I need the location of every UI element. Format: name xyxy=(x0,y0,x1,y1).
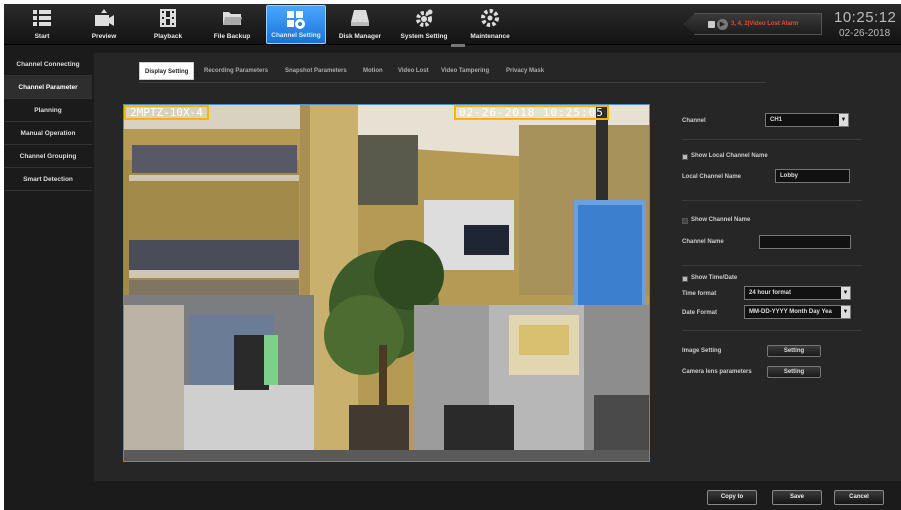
cancel-button[interactable]: Cancel xyxy=(834,490,884,505)
nav-playback[interactable]: Playback xyxy=(138,5,198,44)
date-format-label: Date Format xyxy=(682,310,718,316)
time-format-value: 24 hour format xyxy=(749,290,792,296)
sidebar: Channel Connecting Channel Parameter Pla… xyxy=(4,53,92,498)
channel-name-input[interactable] xyxy=(759,235,851,249)
clock-date: 02-26-2018 xyxy=(839,28,891,39)
channel-select[interactable]: CH1 ▼ xyxy=(765,113,849,127)
nav-maintenance[interactable]: Maintenance xyxy=(460,5,520,44)
show-local-name-checkbox[interactable] xyxy=(682,154,688,160)
show-local-name-label: Show Local Channel Name xyxy=(691,153,768,159)
show-channel-name-checkbox[interactable] xyxy=(682,218,688,224)
nav-channel-setting-label: Channel Setting xyxy=(271,32,321,39)
nav-disk-manager[interactable]: Disk Manager xyxy=(330,5,390,44)
sidebar-item-channel-grouping[interactable]: Channel Grouping xyxy=(4,145,92,168)
sidebar-item-smart-detection[interactable]: Smart Detection xyxy=(4,168,92,191)
main-panel: Display Setting Recording Parameters Sna… xyxy=(94,53,901,481)
nav-preview-label: Preview xyxy=(91,33,117,40)
camera-icon xyxy=(95,9,114,26)
sidebar-item-channel-parameter[interactable]: Channel Parameter xyxy=(4,76,92,99)
tab-video-tampering[interactable]: Video Tampering xyxy=(441,62,489,80)
alarm-stop-icon xyxy=(708,21,715,28)
maintenance-gear-icon xyxy=(481,9,499,27)
form-divider xyxy=(682,200,862,201)
sidebar-item-planning[interactable]: Planning xyxy=(4,99,92,122)
local-name-label: Local Channel Name xyxy=(682,174,742,180)
nav-preview[interactable]: Preview xyxy=(74,5,134,44)
channel-settings-icon xyxy=(287,11,305,29)
clock-time: 10:25:12 xyxy=(834,9,897,26)
channel-select-value: CH1 xyxy=(770,117,783,123)
form-divider xyxy=(682,139,862,140)
nav-playback-label: Playback xyxy=(153,33,183,40)
alarm-ticker[interactable]: ▶ 3, 4, 2|Video Lost Alarm xyxy=(684,13,822,35)
nav-file-backup[interactable]: File Backup xyxy=(202,5,262,44)
nav-system-setting-label: System Setting xyxy=(400,33,448,40)
folder-icon xyxy=(223,12,242,25)
dvr-window: Start Preview Playback File Backup Chann… xyxy=(4,4,901,510)
alarm-text: 3, 4, 2|Video Lost Alarm xyxy=(731,21,799,27)
form-divider xyxy=(682,265,862,266)
lens-params-button[interactable]: Setting xyxy=(767,366,821,378)
channel-name-label: Channel Name xyxy=(682,239,724,245)
show-time-checkbox[interactable] xyxy=(682,276,688,282)
nav-collapse-handle[interactable] xyxy=(451,44,465,47)
top-nav-bar: Start Preview Playback File Backup Chann… xyxy=(4,4,901,47)
copy-to-button[interactable]: Copy to xyxy=(707,490,757,505)
system-gear-icon xyxy=(416,9,433,27)
menu-icon xyxy=(33,10,51,26)
date-format-select[interactable]: MM-DD-YYYY Month Day Yea ▼ xyxy=(744,305,851,319)
tab-privacy-mask[interactable]: Privacy Mask xyxy=(506,62,544,80)
nav-system-setting[interactable]: System Setting xyxy=(394,5,454,44)
tab-snapshot-parameters[interactable]: Snapshot Parameters xyxy=(285,62,347,80)
sidebar-item-manual-operation[interactable]: Manual Operation xyxy=(4,122,92,145)
tab-video-lost[interactable]: Video Lost xyxy=(398,62,429,80)
chevron-down-icon: ▼ xyxy=(841,287,850,299)
tab-recording-parameters[interactable]: Recording Parameters xyxy=(204,62,268,80)
disk-icon xyxy=(351,10,369,26)
local-name-input[interactable]: Lobby xyxy=(775,169,850,183)
sidebar-item-channel-connecting[interactable]: Channel Connecting xyxy=(4,53,92,76)
osd-timestamp[interactable]: 02-26-2018 10:25:05 xyxy=(454,105,609,120)
nav-file-backup-label: File Backup xyxy=(213,33,251,40)
nav-start-label: Start xyxy=(34,33,50,40)
form-divider xyxy=(682,330,862,331)
chevron-down-icon: ▼ xyxy=(839,114,848,126)
film-icon xyxy=(160,9,176,27)
video-preview[interactable]: 2MPTZ-10X-4 02-26-2018 10:25:05 xyxy=(123,104,650,462)
channel-label: Channel xyxy=(682,118,706,124)
tab-divider xyxy=(139,82,766,83)
save-button[interactable]: Save xyxy=(772,490,822,505)
nav-channel-setting[interactable]: Channel Setting xyxy=(266,5,326,44)
nav-maintenance-label: Maintenance xyxy=(470,33,510,40)
show-channel-name-label: Show Channel Name xyxy=(691,217,751,223)
image-setting-label: Image Setting xyxy=(682,348,722,354)
osd-channel-name[interactable]: 2MPTZ-10X-4 xyxy=(124,105,209,120)
time-format-label: Time format xyxy=(682,291,717,297)
nav-start[interactable]: Start xyxy=(12,5,72,44)
time-format-select[interactable]: 24 hour format ▼ xyxy=(744,286,851,300)
tab-motion[interactable]: Motion xyxy=(363,62,383,80)
image-setting-button[interactable]: Setting xyxy=(767,345,821,357)
chevron-down-icon: ▼ xyxy=(841,306,850,318)
date-format-value: MM-DD-YYYY Month Day Yea xyxy=(749,309,832,315)
tab-display-setting[interactable]: Display Setting xyxy=(139,62,195,80)
lens-params-label: Camera lens parameters xyxy=(682,369,752,375)
show-time-label: Show Time/Date xyxy=(691,275,738,281)
alarm-play-icon[interactable]: ▶ xyxy=(717,19,728,30)
nav-disk-manager-label: Disk Manager xyxy=(338,33,382,40)
camera-scene-image xyxy=(124,105,649,461)
